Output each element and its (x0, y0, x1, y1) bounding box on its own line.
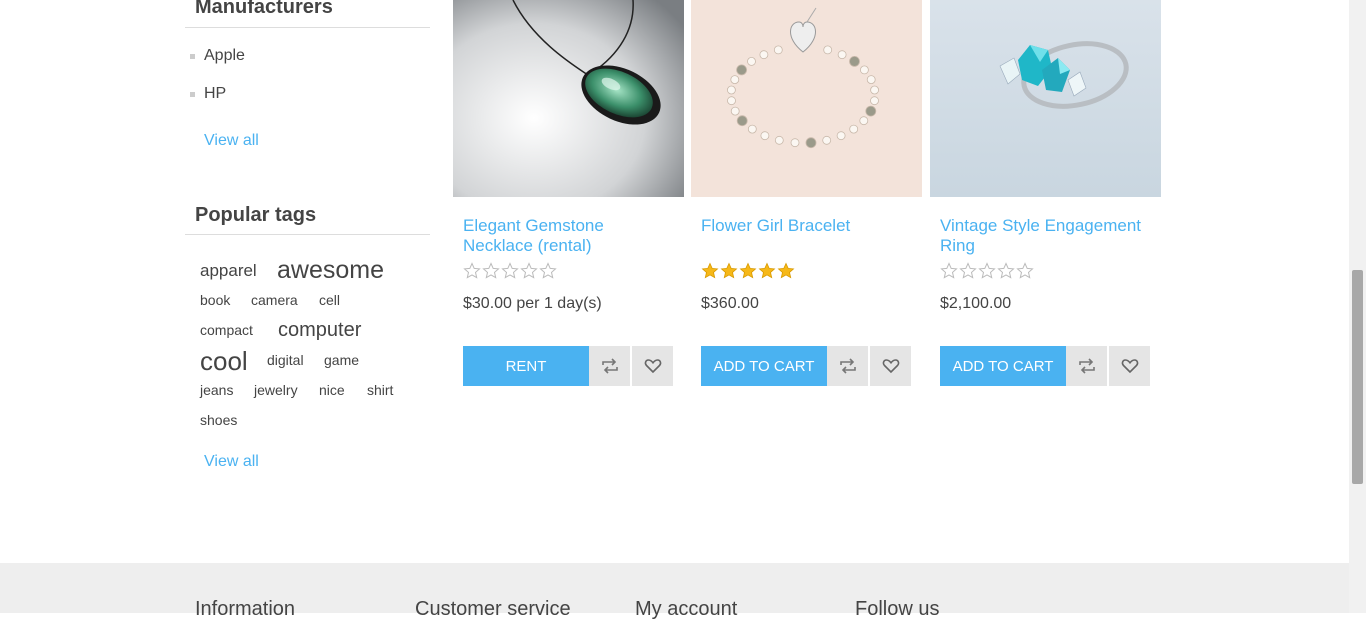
star-empty-icon (1016, 262, 1034, 279)
heart-icon (1121, 359, 1138, 374)
tag-apparel[interactable]: apparel (200, 261, 257, 281)
footer-heading-my-account: My account (635, 598, 738, 620)
star-empty-icon (940, 262, 958, 279)
tag-shoes[interactable]: shoes (200, 412, 237, 428)
product-price: $2,100.00 (940, 295, 1012, 312)
vertical-scrollbar[interactable] (1349, 0, 1366, 613)
star-empty-icon (978, 262, 996, 279)
manufacturer-item-hp[interactable]: HP (185, 75, 245, 113)
star-filled-icon (720, 262, 738, 279)
star-empty-icon (997, 262, 1015, 279)
star-filled-icon (777, 262, 795, 279)
product-rating (463, 262, 557, 280)
product-image-gemstone-necklace[interactable] (453, 0, 684, 197)
product-title[interactable]: Vintage Style Engagement Ring (940, 216, 1155, 256)
tag-shirt[interactable]: shirt (367, 382, 393, 398)
tag-book[interactable]: book (200, 292, 230, 308)
footer-heading-information: Information (195, 598, 296, 620)
manufacturers-list: Apple HP (185, 37, 245, 113)
star-empty-icon (463, 262, 481, 279)
compare-button[interactable] (1066, 346, 1107, 386)
tag-compact[interactable]: compact (200, 322, 253, 338)
product-rating (940, 262, 1034, 280)
add-to-cart-button[interactable]: ADD TO CART (940, 346, 1066, 386)
tag-cool[interactable]: cool (200, 346, 248, 377)
product-image-blue-stone-ring[interactable] (930, 0, 1161, 197)
wishlist-button[interactable] (870, 346, 911, 386)
tag-jewelry[interactable]: jewelry (254, 382, 298, 398)
add-to-cart-button[interactable]: ADD TO CART (701, 346, 827, 386)
star-empty-icon (482, 262, 500, 279)
tag-nice[interactable]: nice (319, 382, 345, 398)
popular-tags-title: Popular tags (185, 195, 430, 235)
footer-heading-customer-service: Customer service (415, 598, 571, 620)
star-empty-icon (539, 262, 557, 279)
tag-game[interactable]: game (324, 352, 359, 368)
heart-icon (644, 359, 661, 374)
tags-view-all-link[interactable]: View all (204, 453, 259, 471)
heart-icon (882, 359, 899, 374)
manufacturers-title: Manufacturers (185, 0, 430, 28)
star-empty-icon (959, 262, 977, 279)
star-filled-icon (758, 262, 776, 279)
tag-camera[interactable]: camera (251, 292, 298, 308)
manufacturer-item-apple[interactable]: Apple (185, 37, 245, 75)
manufacturers-view-all-link[interactable]: View all (204, 132, 259, 150)
compare-icon (839, 358, 856, 374)
star-filled-icon (701, 262, 719, 279)
tag-awesome[interactable]: awesome (277, 256, 384, 285)
wishlist-button[interactable] (632, 346, 673, 386)
compare-icon (601, 358, 618, 374)
product-title[interactable]: Flower Girl Bracelet (701, 216, 916, 236)
tag-computer[interactable]: computer (278, 319, 361, 342)
footer: Information Customer service My account … (0, 563, 1349, 620)
product-price: $30.00 per 1 day(s) (463, 295, 602, 312)
tag-jeans[interactable]: jeans (200, 382, 233, 398)
page: Manufacturers Apple HP View all Popular … (0, 0, 1349, 620)
product-price: $360.00 (701, 295, 759, 312)
product-image-pearl-bracelet[interactable] (691, 0, 922, 197)
product-rating (701, 262, 795, 280)
star-empty-icon (520, 262, 538, 279)
star-empty-icon (501, 262, 519, 279)
scrollbar-thumb[interactable] (1352, 270, 1363, 484)
compare-button[interactable] (827, 346, 868, 386)
tag-digital[interactable]: digital (267, 352, 304, 368)
rent-button[interactable]: RENT (463, 346, 589, 386)
compare-icon (1078, 358, 1095, 374)
tag-cell[interactable]: cell (319, 292, 340, 308)
wishlist-button[interactable] (1109, 346, 1150, 386)
product-title[interactable]: Elegant Gemstone Necklace (rental) (463, 216, 678, 256)
compare-button[interactable] (589, 346, 630, 386)
footer-heading-follow-us: Follow us (855, 598, 940, 620)
star-filled-icon (739, 262, 757, 279)
